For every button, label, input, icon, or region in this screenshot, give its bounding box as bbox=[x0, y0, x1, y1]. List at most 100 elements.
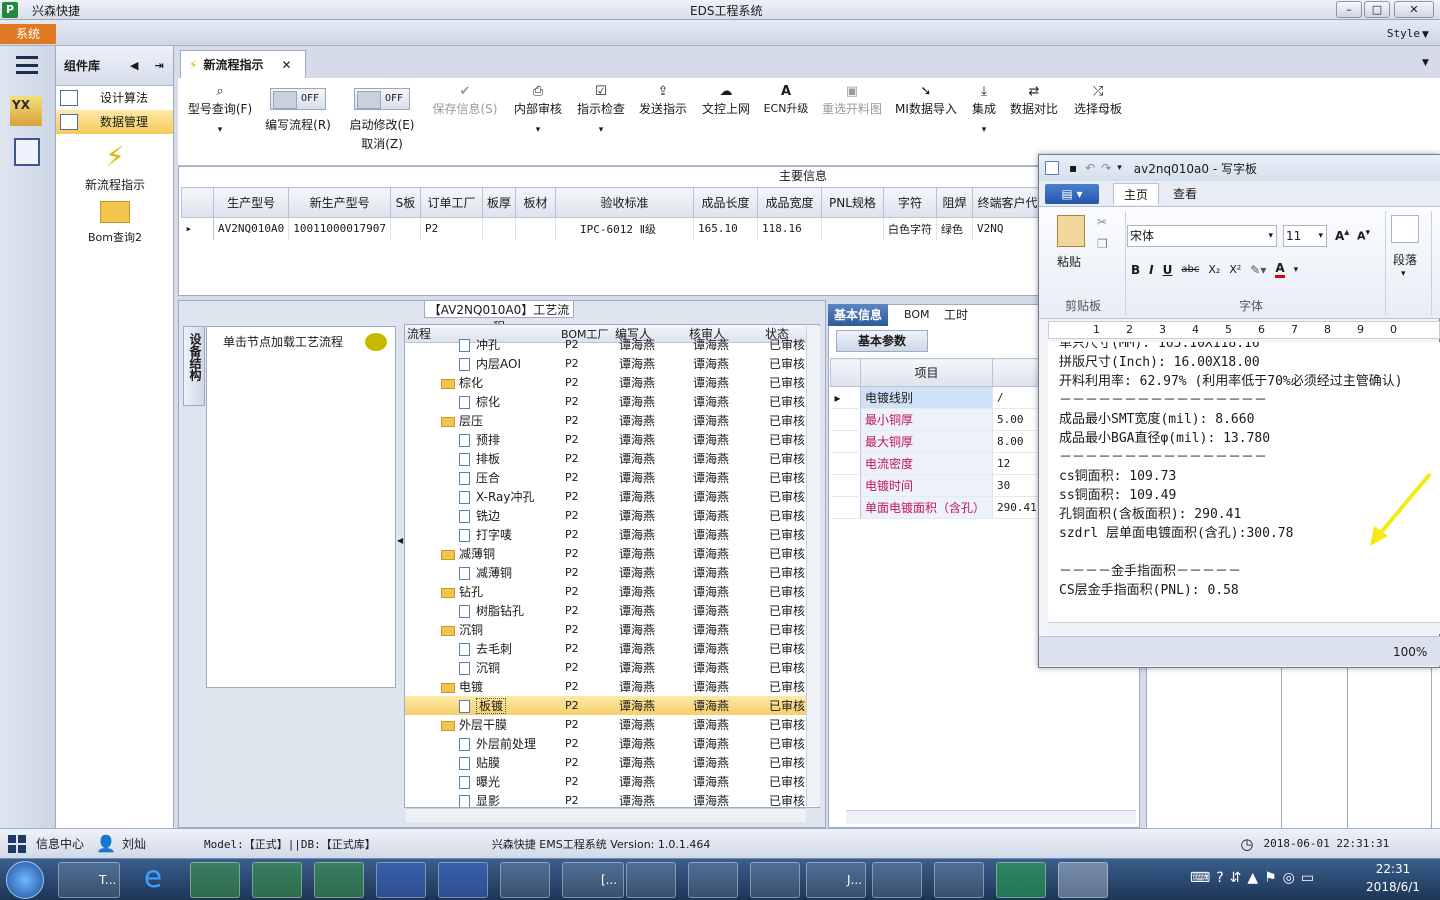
tree-row[interactable]: 沉铜 P2 谭海燕 谭海燕 已审核 bbox=[405, 658, 819, 677]
excel-window-2[interactable] bbox=[750, 862, 800, 898]
shrink-font-icon[interactable]: A▾ bbox=[1357, 227, 1370, 243]
save-info-button[interactable]: ✔ 保存信息(S) bbox=[430, 84, 500, 117]
table-cell[interactable] bbox=[515, 217, 556, 240]
column-header[interactable]: 板材 bbox=[514, 187, 556, 218]
tab-home[interactable]: 主页 bbox=[1113, 182, 1160, 205]
tab-basic-info[interactable]: 基本信息 bbox=[828, 304, 889, 326]
tree-row[interactable]: 排板 P2 谭海燕 谭海燕 已审核 bbox=[405, 449, 819, 468]
browser-app[interactable] bbox=[626, 862, 676, 898]
info-center-link[interactable]: 信息中心 bbox=[36, 835, 84, 852]
table-cell[interactable]: 165.10 bbox=[693, 217, 758, 240]
tree-row[interactable]: 去毛刺 P2 谭海燕 谭海燕 已审核 bbox=[405, 639, 819, 658]
close-button[interactable]: ✕ bbox=[1394, 1, 1434, 18]
tree-vertical-scrollbar[interactable] bbox=[806, 326, 820, 806]
column-header[interactable]: 新生产型号 bbox=[288, 187, 391, 218]
yx-module-icon[interactable]: YX bbox=[10, 96, 42, 126]
subscript-icon[interactable]: X₂ bbox=[1208, 263, 1220, 276]
tab-view[interactable]: 查看 bbox=[1173, 185, 1197, 202]
taskbar-app-save[interactable]: T... bbox=[58, 862, 120, 898]
tree-row[interactable]: X-Ray冲孔 P2 谭海燕 谭海燕 已审核 bbox=[405, 487, 819, 506]
paragraph-button[interactable]: 段落 bbox=[1393, 251, 1417, 268]
excel-window-3[interactable]: J... bbox=[806, 862, 866, 898]
write-flow-toggle[interactable]: OFF 编写流程(R) bbox=[260, 88, 336, 133]
info-horizontal-scrollbar[interactable] bbox=[846, 810, 1136, 824]
collapse-left-icon[interactable]: ◀ bbox=[130, 59, 138, 72]
table-cell[interactable]: P2 bbox=[420, 217, 483, 240]
tree-row[interactable]: 外层前处理 P2 谭海燕 谭海燕 已审核 bbox=[405, 734, 819, 753]
paste-icon[interactable] bbox=[1057, 215, 1085, 247]
tree-row[interactable]: 外层干膜 P2 谭海燕 谭海燕 已审核 bbox=[405, 715, 819, 734]
excel-window-4[interactable] bbox=[872, 862, 922, 898]
column-header[interactable]: 订单工厂 bbox=[419, 187, 483, 218]
italic-icon[interactable]: I bbox=[1149, 263, 1153, 277]
grow-font-icon[interactable]: A▴ bbox=[1335, 227, 1349, 243]
tree-row[interactable]: 贴膜 P2 谭海燕 谭海燕 已审核 bbox=[405, 753, 819, 772]
quick-access-dropdown-icon[interactable]: ▾ bbox=[1117, 163, 1122, 173]
tree-row[interactable]: 减薄铜 P2 谭海燕 谭海燕 已审核 bbox=[405, 544, 819, 563]
cancel-modify-button[interactable]: 取消(Z) bbox=[344, 135, 420, 152]
send-instruction-button[interactable]: ⇪ 发送指示 bbox=[636, 84, 690, 117]
menu-icon[interactable] bbox=[16, 56, 38, 74]
tree-row[interactable]: 预排 P2 谭海燕 谭海燕 已审核 bbox=[405, 430, 819, 449]
table-cell[interactable]: V2NQ bbox=[972, 217, 1043, 240]
tree-row[interactable]: 电镀 P2 谭海燕 谭海燕 已审核 bbox=[405, 677, 819, 696]
table-cell[interactable]: 白色字符 bbox=[883, 217, 937, 240]
tab-work-hours[interactable]: 工时 bbox=[938, 304, 974, 326]
doc-control-upload-button[interactable]: ☁ 文控上网 bbox=[698, 84, 754, 117]
row-selector-icon[interactable]: ▸ bbox=[181, 217, 214, 240]
cut-icon[interactable]: ✂ bbox=[1097, 215, 1107, 229]
tree-row[interactable]: 冲孔 P2 谭海燕 谭海燕 已审核 bbox=[405, 335, 819, 354]
pin-panel-icon[interactable]: ⇥ bbox=[154, 59, 163, 72]
tree-row[interactable]: 钻孔 P2 谭海燕 谭海燕 已审核 bbox=[405, 582, 819, 601]
excel-app-1[interactable] bbox=[190, 862, 240, 898]
tab-new-flow[interactable]: ⚡ 新流程指示 ✕ bbox=[180, 50, 306, 78]
reselect-cut-map-button[interactable]: ▣ 重选开料图 bbox=[818, 84, 886, 117]
word-app-2[interactable] bbox=[438, 862, 488, 898]
start-button[interactable] bbox=[6, 861, 44, 899]
minimize-button[interactable]: – bbox=[1336, 1, 1362, 18]
toggle-switch[interactable]: OFF bbox=[354, 88, 410, 110]
table-cell[interactable] bbox=[482, 217, 516, 240]
tree-row[interactable]: 板镀 P2 谭海燕 谭海燕 已审核 bbox=[405, 696, 819, 715]
font-color-icon[interactable]: A bbox=[1275, 261, 1285, 278]
close-tab-icon[interactable]: ✕ bbox=[281, 58, 291, 72]
word-app-1[interactable] bbox=[376, 862, 426, 898]
chevron-down-icon[interactable]: ▾ bbox=[1294, 265, 1299, 275]
column-header[interactable]: 板厚 bbox=[481, 187, 516, 218]
tab-bom[interactable]: BOM bbox=[898, 304, 936, 326]
comp-item-data-management[interactable]: 数据管理 bbox=[56, 110, 173, 134]
column-header[interactable]: 成品长度 bbox=[692, 187, 758, 218]
tab-basic-params[interactable]: 基本参数 bbox=[836, 330, 928, 352]
bold-icon[interactable]: B bbox=[1131, 263, 1140, 277]
excel-window-5[interactable] bbox=[934, 862, 984, 898]
ecn-upgrade-button[interactable]: A ECN升级 bbox=[760, 84, 812, 116]
chevron-down-icon[interactable]: ▾ bbox=[1401, 269, 1406, 279]
undo-icon[interactable]: ↶ bbox=[1085, 161, 1095, 175]
style-menu[interactable]: Style bbox=[1387, 27, 1420, 40]
wordpad-file-menu-button[interactable]: ▤ ▾ bbox=[1045, 183, 1099, 204]
tree-row[interactable]: 减薄铜 P2 谭海燕 谭海燕 已审核 bbox=[405, 563, 819, 582]
image-viewer-app[interactable] bbox=[500, 862, 550, 898]
select-mother-board-button[interactable]: ⤮ 选择母板 bbox=[1070, 84, 1126, 117]
tab-list-dropdown-icon[interactable]: ▼ bbox=[1422, 58, 1429, 68]
internal-review-button[interactable]: ⎙ 内部审核 ▾ bbox=[510, 84, 566, 135]
tree-row[interactable]: 铣边 P2 谭海燕 谭海燕 已审核 bbox=[405, 506, 819, 525]
excel-app-3[interactable] bbox=[314, 862, 364, 898]
column-header[interactable]: 终端客户代 bbox=[971, 187, 1043, 218]
excel-window-1[interactable] bbox=[688, 862, 738, 898]
mi-data-import-button[interactable]: ➘ MI数据导入 bbox=[892, 84, 960, 117]
paragraph-icon[interactable] bbox=[1391, 215, 1419, 243]
table-cell[interactable]: 绿色 bbox=[936, 217, 973, 240]
tree-row[interactable]: 层压 P2 谭海燕 谭海燕 已审核 bbox=[405, 411, 819, 430]
tab-device-structure[interactable]: 设备结构 bbox=[183, 326, 205, 406]
splitter-left-icon[interactable]: ◀ bbox=[397, 536, 403, 545]
wordpad-horizontal-scrollbar[interactable] bbox=[1048, 622, 1440, 634]
column-header[interactable]: 生产型号 bbox=[212, 187, 290, 218]
tree-row[interactable]: 沉铜 P2 谭海燕 谭海燕 已审核 bbox=[405, 620, 819, 639]
excel-app-2[interactable] bbox=[252, 862, 302, 898]
eds-app[interactable]: [... bbox=[562, 862, 624, 898]
tree-row[interactable]: 内层AOI P2 谭海燕 谭海燕 已审核 bbox=[405, 354, 819, 373]
save-icon[interactable]: ▪ bbox=[1069, 161, 1077, 175]
instruction-check-button[interactable]: ☑ 指示检查 ▾ bbox=[574, 84, 628, 135]
tree-row[interactable]: 打字唛 P2 谭海燕 谭海燕 已审核 bbox=[405, 525, 819, 544]
